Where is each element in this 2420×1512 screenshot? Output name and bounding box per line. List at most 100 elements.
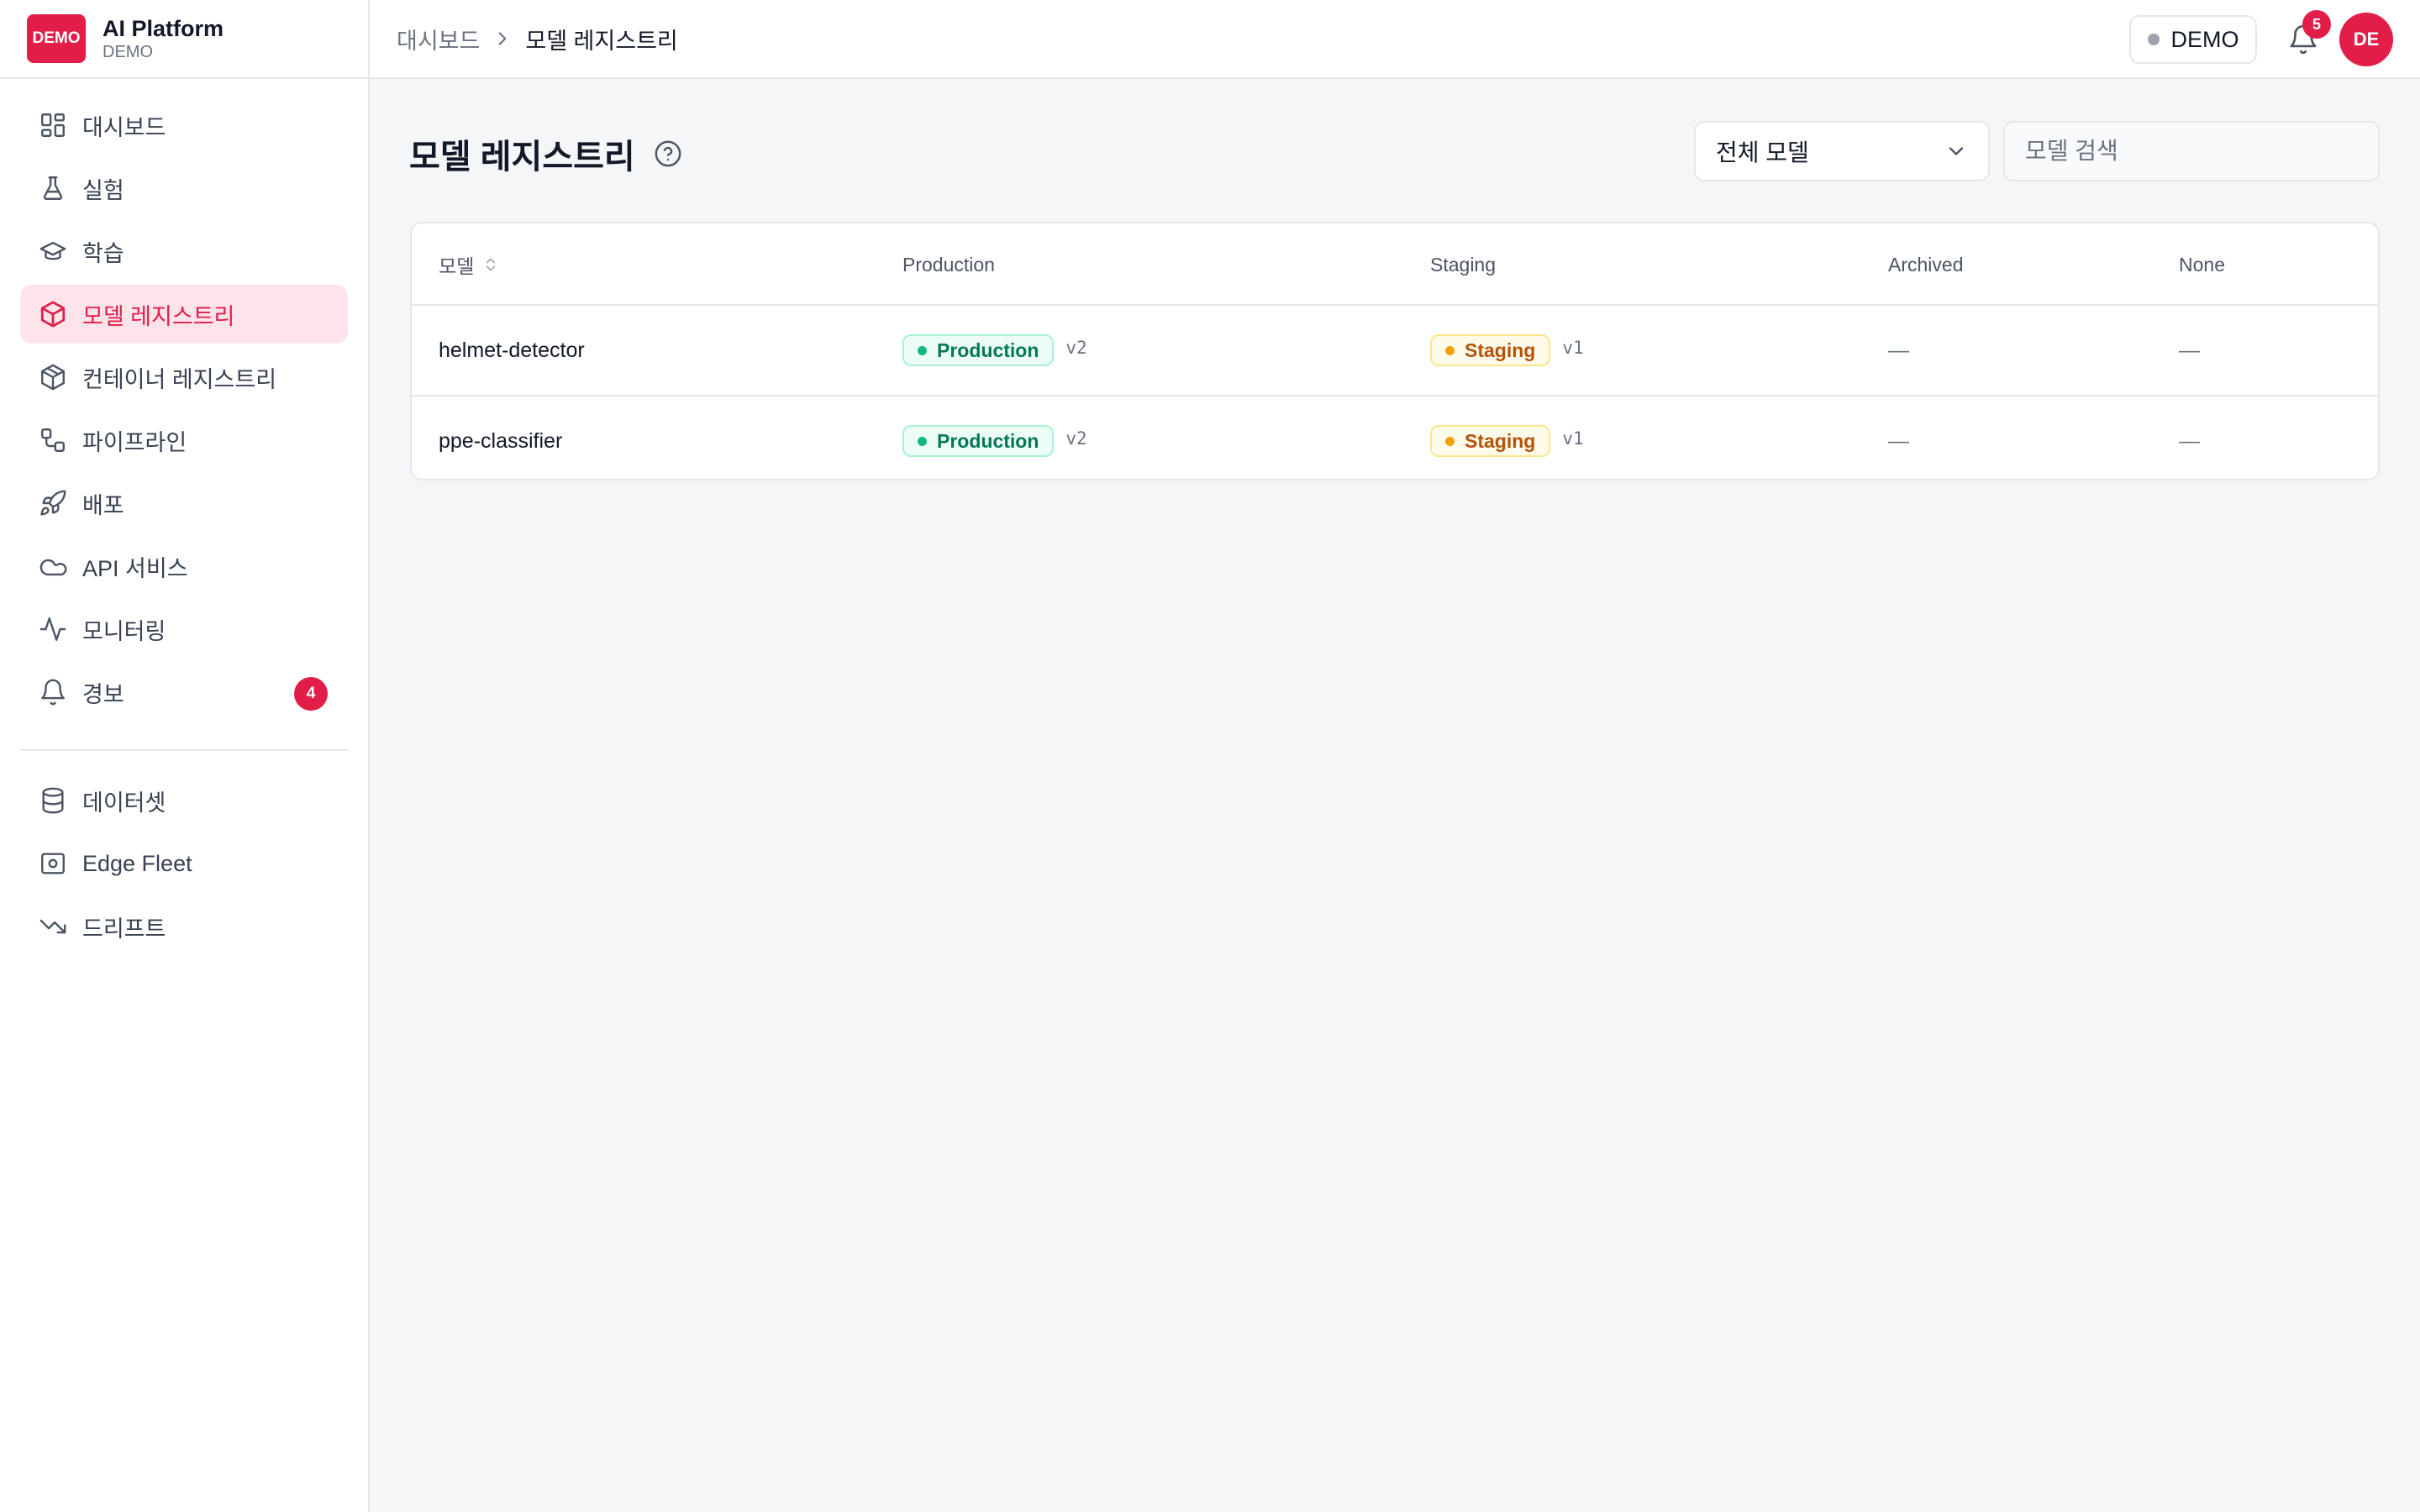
brand[interactable]: DEMO AI Platform DEMO xyxy=(0,0,368,79)
activity-icon xyxy=(39,615,67,643)
environment-switcher[interactable]: DEMO xyxy=(2129,15,2257,64)
sidebar-item-pipeline[interactable]: 파이프라인 xyxy=(20,411,348,470)
production-badge: Production xyxy=(902,334,1055,366)
alerts-count-badge: 4 xyxy=(294,677,328,711)
status-dot xyxy=(1445,436,1455,446)
main-content: 모델 레지스트리 전체 모델 모델 Production Staging Arc… xyxy=(370,79,2420,1512)
sidebar-item-label: 파이프라인 xyxy=(82,429,187,455)
production-badge-label: Production xyxy=(937,339,1039,361)
model-name-link[interactable]: ppe-classifier xyxy=(439,396,562,479)
sidebar-item-api-service[interactable]: API 서비스 xyxy=(20,537,348,596)
sidebar-item-label: 실험 xyxy=(82,177,124,203)
sidebar-item-label: 모델 레지스트리 xyxy=(82,303,235,329)
sidebar-item-label: 데이터셋 xyxy=(82,790,166,816)
column-header-production: Production xyxy=(902,253,995,276)
model-name-link[interactable]: helmet-detector xyxy=(439,306,585,395)
archived-cell: — xyxy=(1888,428,1909,453)
breadcrumb-root-link[interactable]: 대시보드 xyxy=(397,23,480,55)
column-header-model[interactable]: 모델 xyxy=(439,223,499,306)
sidebar-item-deploy[interactable]: 배포 xyxy=(20,474,348,533)
sidebar-item-label: API 서비스 xyxy=(82,555,188,581)
package-icon xyxy=(39,363,67,391)
chevron-right-icon xyxy=(492,28,513,50)
bell-icon xyxy=(39,678,67,706)
production-cell: Production v2 xyxy=(902,306,1087,395)
workflow-icon xyxy=(39,426,67,454)
column-header-archived: Archived xyxy=(1888,253,1964,276)
table-header: 모델 Production Staging Archived None xyxy=(412,223,2378,306)
table-row[interactable]: helmet-detector Production v2 Staging v1… xyxy=(412,306,2378,395)
sidebar-item-label: 배포 xyxy=(82,492,124,518)
sidebar-item-experiments[interactable]: 실험 xyxy=(20,159,348,218)
help-circle-icon[interactable] xyxy=(654,139,682,168)
sidebar-item-alerts[interactable]: 경보 4 xyxy=(20,663,348,722)
flask-icon xyxy=(39,174,67,202)
graduation-cap-icon xyxy=(39,237,67,265)
edge-device-icon xyxy=(39,849,67,878)
cloud-icon xyxy=(39,552,67,580)
page-title: 모델 레지스트리 xyxy=(409,139,635,176)
sidebar-item-label: 경보 xyxy=(82,681,124,707)
production-badge: Production xyxy=(902,425,1055,457)
model-table: 모델 Production Staging Archived None helm… xyxy=(410,222,2380,480)
sidebar-item-dashboard[interactable]: 대시보드 xyxy=(20,96,348,155)
archived-cell: — xyxy=(1888,338,1909,362)
staging-badge-label: Staging xyxy=(1465,429,1536,452)
sidebar-item-training[interactable]: 학습 xyxy=(20,222,348,281)
cube-icon xyxy=(39,300,67,328)
notification-count-badge: 5 xyxy=(2302,10,2331,39)
environment-status-dot xyxy=(2147,34,2160,45)
dashboard-grid-icon xyxy=(39,111,67,139)
rocket-icon xyxy=(39,489,67,517)
column-header-staging: Staging xyxy=(1430,253,1497,276)
sidebar-item-label: 드리프트 xyxy=(82,916,166,942)
sidebar-item-label: 모니터링 xyxy=(82,618,166,644)
user-avatar[interactable]: DE xyxy=(2339,13,2393,66)
staging-badge: Staging xyxy=(1430,425,1551,457)
staging-cell: Staging v1 xyxy=(1430,306,1584,395)
staging-badge-label: Staging xyxy=(1465,339,1536,361)
version-label: v2 xyxy=(1065,338,1087,358)
staging-cell: Staging v1 xyxy=(1430,396,1584,479)
column-header-label: 모델 xyxy=(439,255,475,277)
environment-label: DEMO xyxy=(2170,26,2239,52)
column-header-none: None xyxy=(2179,253,2225,276)
production-badge-label: Production xyxy=(937,429,1039,452)
model-search-input[interactable] xyxy=(2003,121,2380,181)
sidebar-nav: 대시보드 실험 학습 모델 레지스트리 컨테이너 레지스트리 파이프라인 배포 … xyxy=(0,79,368,956)
chevron-down-icon xyxy=(1944,139,1968,163)
none-cell: — xyxy=(2179,428,2200,453)
sidebar: DEMO AI Platform DEMO 대시보드 실험 학습 모델 레지스트… xyxy=(0,0,370,1512)
sidebar-item-container-registry[interactable]: 컨테이너 레지스트리 xyxy=(20,348,348,407)
database-icon xyxy=(39,786,67,815)
page-title-row: 모델 레지스트리 xyxy=(409,129,682,178)
brand-sub: DEMO xyxy=(103,43,153,61)
production-cell: Production v2 xyxy=(902,396,1087,479)
status-dot xyxy=(918,436,927,446)
model-filter-select[interactable]: 전체 모델 xyxy=(1694,121,1990,181)
sidebar-item-label: Edge Fleet xyxy=(82,850,192,876)
sidebar-item-model-registry[interactable]: 모델 레지스트리 xyxy=(20,285,348,344)
staging-badge: Staging xyxy=(1430,334,1551,366)
sidebar-item-monitoring[interactable]: 모니터링 xyxy=(20,600,348,659)
brand-name: AI Platform xyxy=(103,16,224,41)
model-filter-value: 전체 모델 xyxy=(1716,139,1809,165)
sidebar-item-label: 대시보드 xyxy=(82,114,166,140)
breadcrumb-current: 모델 레지스트리 xyxy=(525,28,678,54)
version-label: v2 xyxy=(1065,428,1087,449)
sidebar-item-datasets[interactable]: 데이터셋 xyxy=(20,771,348,830)
brand-logo: DEMO xyxy=(27,14,86,63)
sidebar-item-drift[interactable]: 드리프트 xyxy=(20,897,348,956)
table-row[interactable]: ppe-classifier Production v2 Staging v1 … xyxy=(412,395,2378,479)
sidebar-item-edge-fleet[interactable]: Edge Fleet xyxy=(20,834,348,893)
sidebar-divider xyxy=(20,749,348,751)
version-label: v1 xyxy=(1562,428,1584,449)
sidebar-item-label: 학습 xyxy=(82,240,124,266)
brand-text: AI Platform DEMO xyxy=(103,15,224,62)
none-cell: — xyxy=(2179,338,2200,362)
status-dot xyxy=(1445,345,1455,355)
top-bar: 대시보드 모델 레지스트리 DEMO 5 DE xyxy=(370,0,2420,79)
version-label: v1 xyxy=(1562,338,1584,358)
sort-icon xyxy=(482,256,499,273)
trending-down-icon xyxy=(39,912,67,941)
